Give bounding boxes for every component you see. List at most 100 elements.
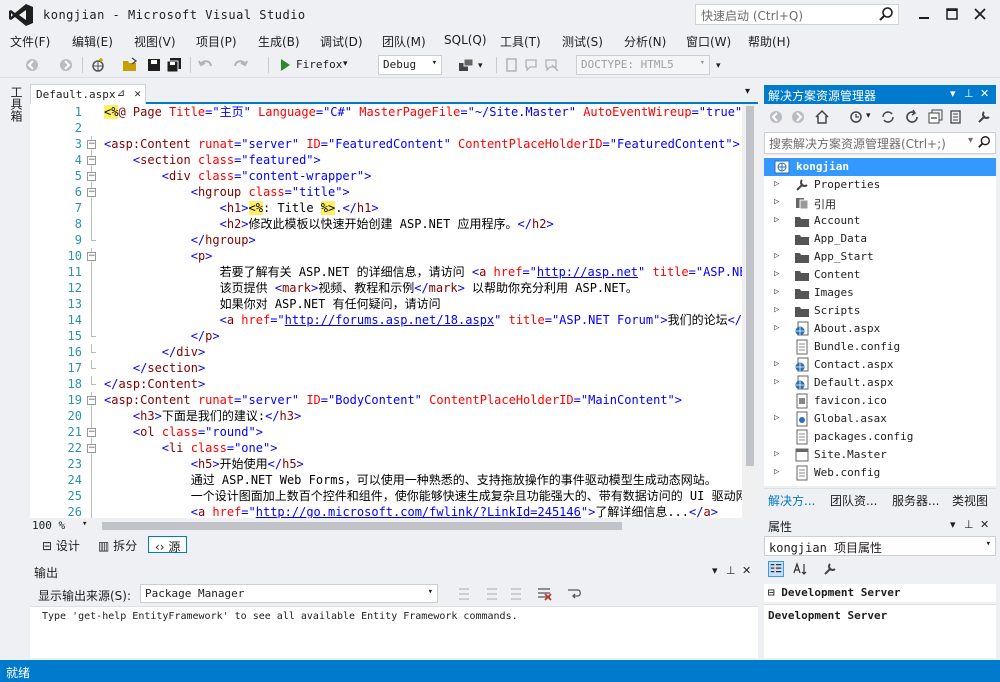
show-all-files-icon[interactable]	[948, 109, 964, 125]
property-pages-wrench-icon[interactable]	[822, 561, 838, 577]
close-tab-icon[interactable]: ✕	[134, 87, 141, 100]
code-line[interactable]: <asp:Content runat="server" ID="Featured…	[104, 136, 744, 152]
tab-split[interactable]: ▥ 拆分	[92, 536, 143, 553]
menu-analyze[interactable]: 分析(N)	[624, 33, 666, 50]
tab-team-explorer[interactable]: 团队资...	[830, 492, 877, 509]
redo-icon[interactable]	[232, 57, 248, 73]
forward-icon[interactable]	[790, 109, 806, 125]
output-source-combo[interactable]: Package Manager ▾	[140, 584, 438, 603]
attach-process-icon[interactable]	[458, 57, 474, 73]
pin-icon[interactable]: ⊥	[726, 564, 736, 577]
tree-item-scripts[interactable]: ▷ Scripts	[764, 302, 996, 320]
properties-wrench-icon[interactable]	[976, 109, 992, 125]
tree-item-default-aspx[interactable]: ▷ Default.aspx	[764, 374, 996, 392]
expand-icon[interactable]: ▷	[774, 197, 779, 207]
code-line[interactable]: <ol class="round">	[104, 424, 744, 440]
menu-view[interactable]: 视图(V)	[134, 33, 176, 50]
collapse-region-icon[interactable]: −	[87, 444, 96, 453]
tree-item-properties[interactable]: ▷ Properties	[764, 176, 996, 194]
expand-icon[interactable]: ▷	[774, 251, 779, 261]
save-icon[interactable]	[146, 57, 162, 73]
panel-menu-icon[interactable]: ▾	[950, 518, 956, 531]
chevron-down-icon[interactable]: ▾	[343, 59, 359, 75]
expand-icon[interactable]: ▷	[774, 467, 779, 477]
properties-object-combo[interactable]: kongjian 项目属性 ▾	[764, 536, 996, 556]
maximize-icon[interactable]	[944, 6, 960, 22]
collapse-region-icon[interactable]: −	[87, 172, 96, 181]
solution-explorer-search-input[interactable]: 搜索解决方案资源管理器(Ctrl+;) ▾	[764, 132, 996, 154]
expand-icon[interactable]: ▷	[774, 323, 779, 333]
document-list-dropdown-icon[interactable]: ▾	[745, 86, 750, 97]
collapse-all-icon[interactable]	[928, 109, 944, 125]
document-tab-default-aspx[interactable]: Default.aspx ⊿ ✕	[30, 84, 146, 104]
tree-item-images[interactable]: ▷ Images	[764, 284, 996, 302]
categorized-icon[interactable]	[768, 561, 784, 577]
back-icon[interactable]	[768, 109, 784, 125]
menu-tools[interactable]: 工具(T)	[500, 33, 541, 50]
menu-team[interactable]: 团队(M)	[382, 33, 426, 50]
sync-icon[interactable]	[880, 109, 896, 125]
collapse-region-icon[interactable]: −	[87, 428, 96, 437]
pin-icon[interactable]: ⊥	[964, 87, 974, 100]
expand-icon[interactable]: ▷	[774, 449, 779, 459]
tree-item-site-master[interactable]: ▷ Site.Master	[764, 446, 996, 464]
panel-menu-icon[interactable]: ▾	[950, 87, 956, 100]
tree-item-app-start[interactable]: ▷ App_Start	[764, 248, 996, 266]
code-line[interactable]: <h3>下面是我们的建议:</h3>	[104, 408, 744, 424]
collapse-region-icon[interactable]: −	[87, 396, 96, 405]
code-line[interactable]: <asp:Content runat="server" ID="BodyCont…	[104, 392, 744, 408]
collapse-region-icon[interactable]: −	[87, 252, 96, 261]
collapse-region-icon[interactable]: −	[87, 188, 96, 197]
tab-class-view[interactable]: 类视图	[952, 492, 988, 509]
code-editor[interactable]: 1 2 3 4 5 6 7 8 9 10 11 12 13 14 15 16 17 18 19 20 21 22 23 24 2…	[30, 104, 758, 518]
expand-icon[interactable]: ▷	[774, 413, 779, 423]
tab-server-explorer[interactable]: 服务器...	[892, 492, 939, 509]
code-line[interactable]: </section>	[104, 360, 744, 376]
expand-icon[interactable]: ▷	[774, 305, 779, 315]
tree-item-content[interactable]: ▷ Content	[764, 266, 996, 284]
quick-launch-input[interactable]: 快速启动 (Ctrl+Q)	[695, 4, 899, 25]
code-line[interactable]: </div>	[104, 344, 744, 360]
code-line[interactable]: <h1><%: Title %>.</h1>	[104, 200, 744, 216]
chevron-down-icon[interactable]: ▾	[478, 61, 494, 77]
expand-icon[interactable]: ▷	[774, 287, 779, 297]
tree-item-kongjian[interactable]: kongjian	[764, 158, 996, 176]
code-line[interactable]: </p>	[104, 328, 744, 344]
tree-item-account[interactable]: ▷ Account	[764, 212, 996, 230]
editor-vertical-scrollbar[interactable]	[742, 104, 758, 518]
code-line[interactable]: 若要了解有关 ASP.NET 的详细信息，请访问 <a href="http:/…	[104, 264, 744, 280]
find-in-files-icon[interactable]	[504, 57, 520, 73]
code-line[interactable]: <div class="content-wrapper">	[104, 168, 744, 184]
toolbox-tab[interactable]: 工具箱	[8, 86, 25, 122]
expand-icon[interactable]: ▷	[774, 359, 779, 369]
code-line[interactable]: </asp:Content>	[104, 376, 744, 392]
pin-icon[interactable]: ⊥	[964, 518, 974, 531]
code-line[interactable]: 一个设计图面加上数百个控件和组件，使你能够快速生成复杂且功能强大的、带有数据访问…	[104, 488, 744, 504]
tree-item-favicon-ico[interactable]: favicon.ico	[764, 392, 996, 410]
go-to-previous-icon[interactable]	[456, 586, 472, 602]
menu-test[interactable]: 测试(S)	[562, 33, 603, 50]
navigate-forward-icon[interactable]	[58, 57, 74, 73]
code-line[interactable]: <a href="http://go.microsoft.com/fwlink/…	[104, 504, 744, 518]
tree-item-web-config[interactable]: ▷ Web.config	[764, 464, 996, 482]
close-icon[interactable]: ✕	[742, 564, 751, 577]
code-line[interactable]: <h2>修改此模板以快速开始创建 ASP.NET 应用程序。</h2>	[104, 216, 744, 232]
tree-item-global-asax[interactable]: ▷ Global.asax	[764, 410, 996, 428]
zoom-level-combo[interactable]: 100 % ▾	[32, 519, 96, 533]
toggle-word-wrap-icon[interactable]	[566, 586, 582, 602]
code-line[interactable]: <section class="featured">	[104, 152, 744, 168]
collapse-region-icon[interactable]: −	[87, 140, 96, 149]
search-options-icon[interactable]: ▾	[968, 135, 973, 146]
output-text-area[interactable]: Type 'get-help EntityFramework' to see a…	[30, 606, 758, 658]
panel-menu-icon[interactable]: ▾	[712, 564, 718, 577]
code-line[interactable]: <h5>开始使用</h5>	[104, 456, 744, 472]
home-icon[interactable]	[814, 109, 830, 125]
clear-all-icon[interactable]	[536, 586, 552, 602]
menu-project[interactable]: 项目(P)	[196, 33, 237, 50]
pin-icon[interactable]: ⊿	[117, 88, 125, 99]
tree-item-packages-config[interactable]: packages.config	[764, 428, 996, 446]
code-line[interactable]: 通过 ASP.NET Web Forms，可以使用一种熟悉的、支持拖放操作的事件…	[104, 472, 744, 488]
code-line[interactable]: 如果你对 ASP.NET 有任何疑问，请访问	[104, 296, 744, 312]
solution-configuration-combo[interactable]: Debug ▾	[378, 55, 442, 75]
code-line[interactable]: <hgroup class="title">	[104, 184, 744, 200]
